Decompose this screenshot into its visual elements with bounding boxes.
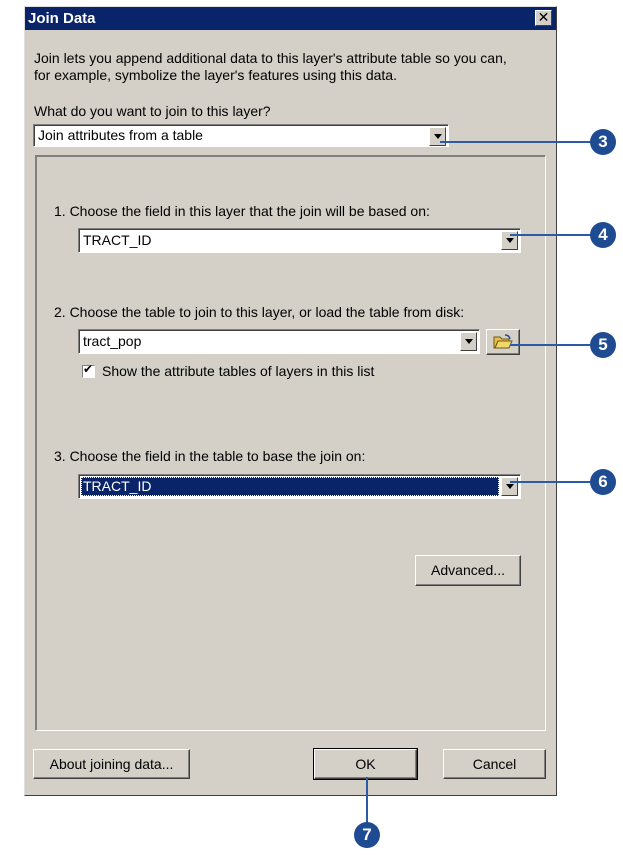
join-table-value: tract_pop [83,333,142,349]
callout-badge-3: 3 [590,129,616,155]
join-type-value: Join attributes from a table [38,127,203,143]
title-bar: Join Data ✕ [25,7,556,30]
cancel-button[interactable]: Cancel [443,749,546,779]
close-icon: ✕ [537,9,550,25]
callout-badge-7: 7 [354,822,380,848]
callout-line-7 [366,777,368,825]
open-folder-icon [493,334,513,349]
step2-label: 2. Choose the table to join to this laye… [54,304,465,320]
show-layer-tables-label: Show the attribute tables of layers in t… [102,363,375,379]
chevron-down-icon[interactable] [501,477,518,496]
callout-line-5 [510,344,594,346]
join-field-value: TRACT_ID [83,478,152,494]
layer-field-value: TRACT_ID [83,232,152,248]
browse-table-button[interactable] [486,329,520,355]
callout-line-6 [510,481,594,483]
step1-label: 1. Choose the field in this layer that t… [54,203,430,219]
chevron-down-icon[interactable] [460,332,477,351]
join-question-label: What do you want to join to this layer? [34,103,271,119]
join-type-dropdown[interactable]: Join attributes from a table [33,124,449,147]
join-data-dialog: Join Data ✕ Join lets you append additio… [24,6,557,796]
join-field-dropdown[interactable]: TRACT_ID [78,474,521,499]
show-layer-tables-checkbox[interactable] [82,362,95,378]
intro-text-line2: for example, symbolize the layer's featu… [34,67,397,83]
callout-badge-5: 5 [590,332,616,358]
advanced-button[interactable]: Advanced... [415,555,521,586]
intro-text-line1: Join lets you append additional data to … [34,50,507,66]
ok-button[interactable]: OK [313,748,418,780]
callout-line-3 [440,141,592,143]
layer-field-dropdown[interactable]: TRACT_ID [78,228,521,253]
join-options-group: 1. Choose the field in this layer that t… [35,155,546,731]
chevron-down-icon[interactable] [429,127,446,146]
window-title: Join Data [28,10,96,27]
callout-badge-6: 6 [590,469,616,495]
close-button[interactable]: ✕ [535,10,552,26]
callout-line-4 [510,234,594,236]
about-joining-button[interactable]: About joining data... [33,749,190,779]
step3-label: 3. Choose the field in the table to base… [54,448,366,464]
callout-badge-4: 4 [590,222,616,248]
join-table-dropdown[interactable]: tract_pop [78,329,480,354]
